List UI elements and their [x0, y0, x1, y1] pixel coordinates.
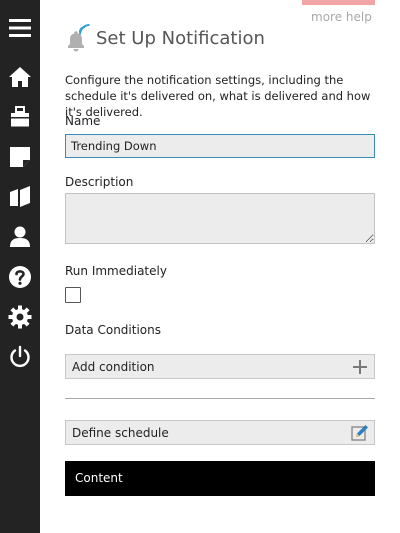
define-schedule-label: Define schedule	[72, 426, 169, 440]
note-icon[interactable]	[8, 145, 32, 169]
power-icon[interactable]	[8, 345, 32, 369]
run-immediately-checkbox[interactable]	[65, 287, 81, 303]
add-condition-label: Add condition	[72, 360, 155, 374]
section-divider	[65, 398, 375, 399]
edit-icon[interactable]	[351, 424, 369, 442]
briefcase-icon[interactable]	[8, 105, 32, 129]
content-section-header[interactable]: Content	[65, 461, 375, 496]
run-immediately-label: Run Immediately	[65, 264, 167, 278]
intro-text: Configure the notification settings, inc…	[65, 73, 371, 119]
help-icon[interactable]	[8, 265, 32, 289]
gear-icon[interactable]	[8, 305, 32, 329]
book-icon[interactable]	[8, 185, 32, 209]
name-input[interactable]	[65, 134, 375, 158]
sidebar	[0, 0, 40, 533]
add-condition-button[interactable]: Add condition	[65, 354, 375, 379]
bell-icon	[64, 23, 96, 53]
name-label: Name	[65, 114, 101, 128]
home-icon[interactable]	[8, 65, 32, 89]
content-label: Content	[75, 471, 123, 485]
page-header: Set Up Notification	[64, 22, 265, 54]
description-input[interactable]	[65, 193, 375, 244]
data-conditions-label: Data Conditions	[65, 323, 161, 337]
main-panel: more help Set Up Notification Configure …	[40, 0, 400, 533]
plus-icon[interactable]	[351, 358, 369, 376]
notification-app: more help Set Up Notification Configure …	[0, 0, 400, 533]
page-title: Set Up Notification	[96, 27, 265, 49]
define-schedule-button[interactable]: Define schedule	[65, 420, 375, 445]
menu-icon[interactable]	[8, 16, 32, 40]
more-help-link[interactable]: more help	[311, 10, 372, 24]
description-label: Description	[65, 175, 134, 189]
top-accent-bar	[302, 0, 375, 5]
user-icon[interactable]	[8, 225, 32, 249]
